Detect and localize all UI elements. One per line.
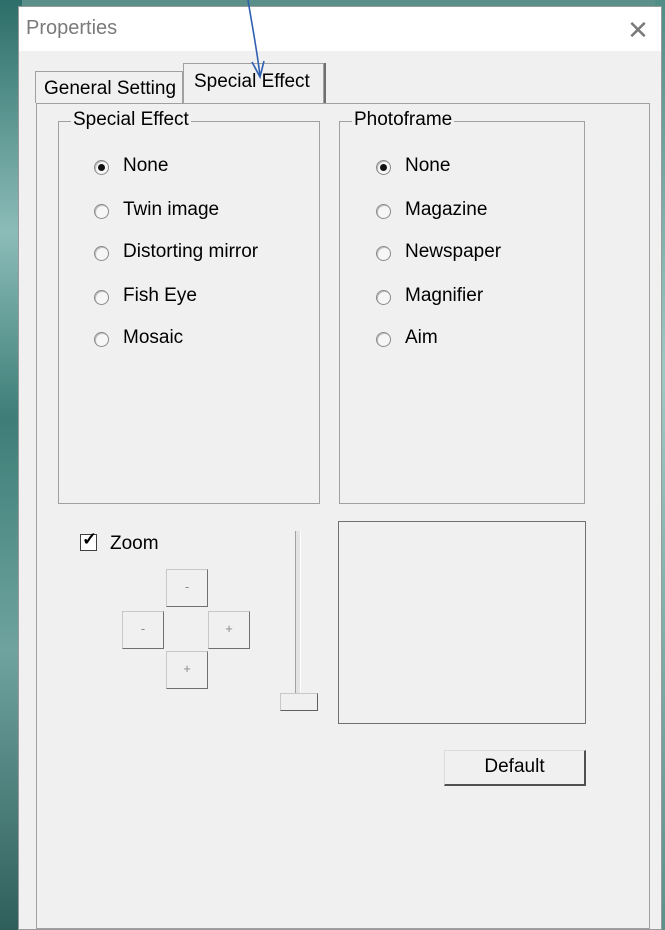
tab-panel-special-effect: Special Effect None Twin image Distortin… bbox=[36, 103, 650, 929]
radio-label: Mosaic bbox=[123, 327, 184, 348]
radio-label: Fish Eye bbox=[123, 285, 197, 306]
radio-button-icon[interactable] bbox=[94, 332, 109, 347]
zoom-slider-thumb[interactable] bbox=[280, 693, 318, 711]
radio-label: None bbox=[405, 155, 451, 176]
radio-button-icon[interactable] bbox=[376, 160, 391, 175]
default-button[interactable]: Default bbox=[444, 750, 586, 786]
zoom-checkbox[interactable]: ✓ bbox=[80, 529, 97, 551]
properties-dialog: Properties ✕ General Setting Special Eff… bbox=[18, 6, 662, 930]
radio-label: Magazine bbox=[405, 199, 488, 220]
radio-button-icon[interactable] bbox=[94, 290, 109, 305]
checkmark-icon: ✓ bbox=[82, 529, 98, 549]
photoframe-group-title: Photoframe bbox=[352, 109, 455, 131]
radio-label: Newspaper bbox=[405, 241, 502, 262]
close-icon[interactable]: ✕ bbox=[619, 11, 657, 49]
special-effect-group: Special Effect None Twin image Distortin… bbox=[58, 109, 320, 504]
tab-general-setting[interactable]: General Setting bbox=[35, 71, 183, 103]
photoframe-group: Photoframe None Magazine Newspaper Magni… bbox=[339, 109, 585, 504]
zoom-slider-track[interactable] bbox=[295, 531, 301, 705]
title-bar[interactable]: Properties ✕ bbox=[19, 7, 661, 51]
zoom-pad-up-button[interactable]: - bbox=[166, 569, 208, 607]
radio-button-icon[interactable] bbox=[376, 246, 391, 261]
zoom-pad-right-button[interactable]: + bbox=[208, 611, 250, 649]
effect-preview-area bbox=[338, 521, 586, 724]
radio-button-icon[interactable] bbox=[94, 246, 109, 261]
radio-label: Twin image bbox=[123, 199, 220, 220]
special-effect-group-title: Special Effect bbox=[71, 109, 191, 131]
radio-label: Magnifier bbox=[405, 285, 484, 306]
radio-label: None bbox=[123, 155, 169, 176]
radio-button-icon[interactable] bbox=[94, 160, 109, 175]
zoom-label: Zoom bbox=[110, 533, 159, 554]
window-title: Properties bbox=[26, 17, 118, 39]
radio-label: Aim bbox=[405, 327, 438, 348]
radio-button-icon[interactable] bbox=[376, 204, 391, 219]
zoom-pad-left-button[interactable]: - bbox=[122, 611, 164, 649]
radio-button-icon[interactable] bbox=[376, 332, 391, 347]
radio-button-icon[interactable] bbox=[94, 204, 109, 219]
radio-label: Distorting mirror bbox=[123, 241, 259, 262]
radio-button-icon[interactable] bbox=[376, 290, 391, 305]
zoom-pad-down-button[interactable]: + bbox=[166, 651, 208, 689]
tab-general-setting-label: General Setting bbox=[44, 78, 177, 99]
annotation-arrow-icon bbox=[247, 0, 265, 80]
